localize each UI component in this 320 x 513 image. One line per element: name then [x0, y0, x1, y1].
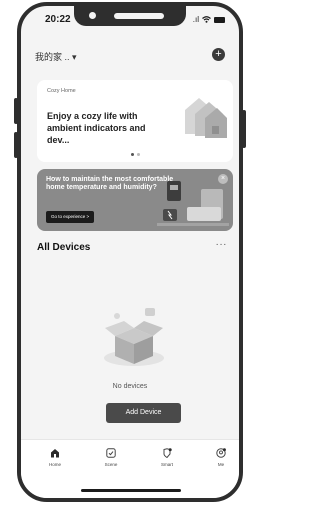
camera-icon [89, 12, 96, 19]
banner-card[interactable]: Cozy Home Enjoy a cozy life with ambient… [37, 80, 233, 162]
speaker-grille [114, 13, 164, 19]
carousel-dot [137, 153, 140, 156]
me-icon [216, 448, 226, 458]
signal-icon: .ıl [192, 15, 199, 24]
home-indicator[interactable] [81, 489, 181, 492]
tab-smart[interactable]: Smart [149, 448, 185, 467]
go-to-experience-button[interactable]: Go to experience > [46, 211, 95, 223]
wifi-icon [202, 16, 211, 23]
tab-me[interactable]: Me [203, 448, 239, 467]
home-icon [51, 449, 59, 458]
more-options-icon[interactable]: ··· [216, 239, 228, 250]
notch [74, 6, 186, 26]
home-selector[interactable]: 我的家 .. ▾ [35, 50, 77, 63]
smart-icon [163, 448, 172, 458]
carousel-dots [131, 153, 140, 156]
status-icons: .ıl [193, 15, 225, 24]
carousel-dot [131, 153, 134, 156]
add-device-button[interactable]: Add Device [106, 403, 181, 423]
all-devices-title: All Devices [37, 242, 91, 253]
tab-scene[interactable]: Scene [93, 448, 129, 467]
tab-home[interactable]: Home [37, 448, 73, 467]
scene-icon [106, 448, 116, 458]
promo-card[interactable]: How to maintain the most comfortable hom… [37, 169, 233, 231]
tab-bar: Home Scene Smart Me [21, 439, 239, 498]
room-illustration-icon [157, 181, 229, 226]
tab-label: Smart [160, 462, 173, 467]
close-icon[interactable]: × [218, 174, 228, 184]
tab-label: Scene [104, 462, 118, 467]
tab-label: Home [48, 462, 61, 467]
add-icon[interactable]: + [212, 48, 225, 61]
empty-box-icon [104, 308, 164, 366]
banner-tag: Cozy Home [47, 88, 76, 94]
phone-screen: 20:22 .ıl 我的家 .. ▾ + Cozy Home Enjoy a c… [17, 2, 243, 502]
tab-label: Me [217, 462, 225, 467]
banner-message: Enjoy a cozy life with ambient indicator… [47, 111, 146, 145]
battery-icon [214, 16, 225, 23]
house-illustration-icon [185, 98, 227, 138]
status-bar: 20:22 .ıl [21, 6, 239, 32]
status-time: 20:22 [45, 14, 71, 25]
empty-state-text: No devices [112, 383, 148, 390]
